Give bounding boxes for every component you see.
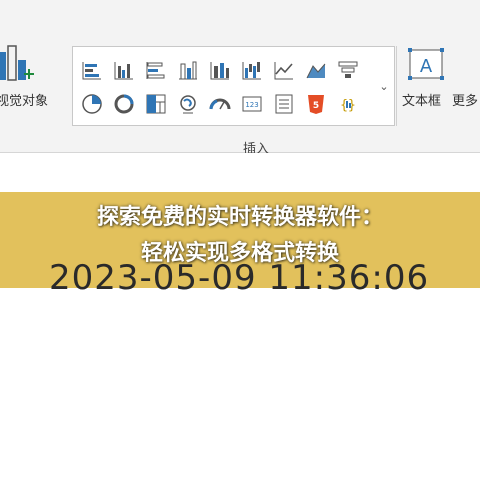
svg-text:A: A [420,56,433,77]
visual-object-icon [0,45,34,81]
card-icon[interactable]: 123 [239,91,265,117]
column-chart-icon[interactable] [175,57,201,83]
waterfall-chart-icon[interactable] [239,57,265,83]
donut-chart-icon[interactable] [111,91,137,117]
treemap-icon[interactable] [143,91,169,117]
line-chart-icon[interactable] [271,57,297,83]
banner-title-line1: 探索免费的实时转换器软件： [96,205,383,230]
chevron-down-icon: ⌄ [379,79,389,93]
stacked-bar-chart-icon[interactable] [79,57,105,83]
textbox-label: 文本框 [402,94,442,109]
area-chart-icon[interactable] [303,57,329,83]
more-visuals-button[interactable]: 更多 [452,90,478,109]
visual-object-label: 视觉对象 [0,94,49,109]
banner-title: 探索免费的实时转换器软件： 轻松实现多格式转换 [0,200,480,272]
svg-text:123: 123 [245,101,258,109]
html-icon[interactable]: 5 [303,91,329,117]
clustered-bar-chart-icon[interactable] [111,57,137,83]
visual-gallery: 123 5 {} [72,46,376,126]
gallery-expand-button[interactable]: ⌄ [374,46,395,126]
gauge-icon[interactable] [207,91,233,117]
svg-text:5: 5 [313,101,319,111]
separator [396,46,397,126]
ribbon: 视觉对象 123 5 {} ⌄ 插入 A 文本框 更多 [0,0,480,157]
pie-chart-icon[interactable] [79,91,105,117]
banner-title-line2: 轻松实现多格式转换 [140,241,339,266]
textbox-button[interactable]: A 文本框 [402,46,450,116]
textbox-icon: A [408,48,444,80]
json-icon[interactable]: {} [335,91,361,117]
map-icon[interactable] [175,91,201,117]
funnel-chart-icon[interactable] [335,57,361,83]
stacked-bar-horizontal-icon[interactable] [143,57,169,83]
multi-row-card-icon[interactable] [271,91,297,117]
stacked-column-chart-icon[interactable] [207,57,233,83]
visual-object-button[interactable]: 视觉对象 [0,44,66,114]
